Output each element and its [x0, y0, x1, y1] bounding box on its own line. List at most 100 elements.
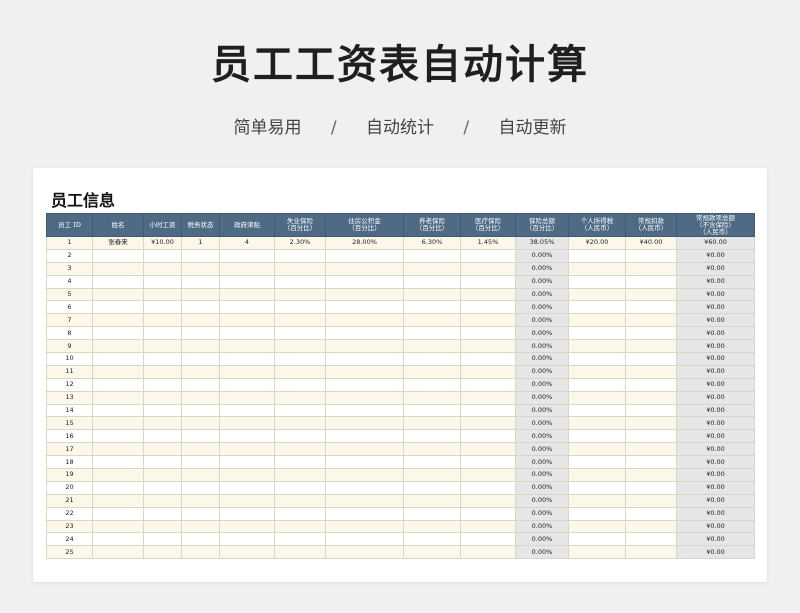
table-cell[interactable]: [143, 545, 182, 560]
table-cell[interactable]: [181, 364, 220, 379]
table-cell[interactable]: [568, 455, 626, 470]
table-cell[interactable]: ¥0.00: [676, 480, 755, 495]
table-cell[interactable]: [143, 313, 182, 328]
table-cell[interactable]: [274, 455, 326, 470]
table-cell[interactable]: [219, 468, 275, 482]
table-cell[interactable]: [460, 493, 516, 508]
table-cell[interactable]: [460, 287, 516, 302]
table-cell[interactable]: [219, 390, 275, 405]
table-cell[interactable]: [143, 300, 182, 315]
table-cell[interactable]: [219, 364, 275, 379]
table-cell[interactable]: [625, 300, 677, 315]
table-cell[interactable]: [274, 352, 326, 366]
table-cell[interactable]: [460, 377, 516, 392]
table-cell[interactable]: [92, 468, 144, 482]
table-cell[interactable]: [92, 313, 144, 328]
table-cell[interactable]: [219, 455, 275, 470]
table-cell[interactable]: [325, 300, 404, 315]
table-cell[interactable]: [325, 429, 404, 444]
table-cell[interactable]: [460, 326, 516, 341]
table-cell[interactable]: [274, 532, 326, 547]
table-cell[interactable]: [403, 364, 461, 379]
table-cell[interactable]: [325, 506, 404, 521]
table-cell[interactable]: [625, 442, 677, 457]
table-cell[interactable]: 0.00%: [515, 455, 569, 470]
table-cell[interactable]: [143, 455, 182, 470]
table-cell[interactable]: [625, 532, 677, 547]
table-cell[interactable]: [143, 403, 182, 418]
table-cell[interactable]: ¥40.00: [625, 236, 677, 250]
table-cell[interactable]: [460, 248, 516, 263]
table-cell[interactable]: [219, 339, 275, 354]
table-cell[interactable]: 24: [46, 532, 93, 547]
table-cell[interactable]: 6: [46, 300, 93, 315]
table-cell[interactable]: 12: [46, 377, 93, 392]
table-cell[interactable]: [403, 416, 461, 431]
table-cell[interactable]: [403, 352, 461, 366]
table-cell[interactable]: [92, 377, 144, 392]
table-cell[interactable]: [325, 480, 404, 495]
table-cell[interactable]: [92, 390, 144, 405]
table-cell[interactable]: ¥0.00: [676, 313, 755, 328]
table-cell[interactable]: [219, 352, 275, 366]
table-cell[interactable]: [219, 377, 275, 392]
table-cell[interactable]: 0.00%: [515, 390, 569, 405]
table-cell[interactable]: [325, 326, 404, 341]
table-cell[interactable]: [274, 339, 326, 354]
table-cell[interactable]: 20: [46, 480, 93, 495]
table-cell[interactable]: [181, 261, 220, 276]
table-cell[interactable]: [181, 429, 220, 444]
table-cell[interactable]: [460, 455, 516, 470]
table-cell[interactable]: [219, 429, 275, 444]
table-cell[interactable]: [568, 403, 626, 418]
table-cell[interactable]: ¥0.00: [676, 364, 755, 379]
table-cell[interactable]: [625, 506, 677, 521]
table-cell[interactable]: [181, 403, 220, 418]
table-cell[interactable]: [143, 390, 182, 405]
table-cell[interactable]: [568, 532, 626, 547]
table-cell[interactable]: [325, 339, 404, 354]
table-cell[interactable]: 18: [46, 455, 93, 470]
table-cell[interactable]: [143, 377, 182, 392]
table-cell[interactable]: 4: [219, 236, 275, 250]
table-cell[interactable]: [143, 506, 182, 521]
table-cell[interactable]: [568, 300, 626, 315]
table-cell[interactable]: [625, 326, 677, 341]
table-cell[interactable]: [403, 403, 461, 418]
table-cell[interactable]: 19: [46, 468, 93, 482]
table-cell[interactable]: 0.00%: [515, 442, 569, 457]
table-cell[interactable]: [181, 506, 220, 521]
table-cell[interactable]: ¥0.00: [676, 493, 755, 508]
table-cell[interactable]: [460, 300, 516, 315]
table-cell[interactable]: [143, 352, 182, 366]
table-cell[interactable]: [219, 493, 275, 508]
table-cell[interactable]: 0.00%: [515, 339, 569, 354]
table-cell[interactable]: [181, 416, 220, 431]
table-cell[interactable]: 11: [46, 364, 93, 379]
table-cell[interactable]: [92, 261, 144, 276]
table-cell[interactable]: [274, 300, 326, 315]
table-cell[interactable]: 15: [46, 416, 93, 431]
table-cell[interactable]: [92, 287, 144, 302]
table-cell[interactable]: ¥60.00: [676, 236, 755, 250]
table-cell[interactable]: [143, 248, 182, 263]
table-cell[interactable]: [325, 313, 404, 328]
table-cell[interactable]: [325, 287, 404, 302]
table-cell[interactable]: [403, 468, 461, 482]
table-cell[interactable]: [274, 403, 326, 418]
table-cell[interactable]: [625, 429, 677, 444]
table-cell[interactable]: ¥0.00: [676, 300, 755, 315]
table-cell[interactable]: [181, 326, 220, 341]
table-cell[interactable]: [143, 519, 182, 534]
table-cell[interactable]: [325, 493, 404, 508]
table-cell[interactable]: [181, 442, 220, 457]
table-cell[interactable]: [274, 480, 326, 495]
table-cell[interactable]: [181, 313, 220, 328]
table-cell[interactable]: [143, 339, 182, 354]
table-cell[interactable]: 1.45%: [460, 236, 516, 250]
table-cell[interactable]: [460, 403, 516, 418]
table-cell[interactable]: 16: [46, 429, 93, 444]
table-cell[interactable]: [568, 429, 626, 444]
table-cell[interactable]: 0.00%: [515, 429, 569, 444]
table-cell[interactable]: 17: [46, 442, 93, 457]
